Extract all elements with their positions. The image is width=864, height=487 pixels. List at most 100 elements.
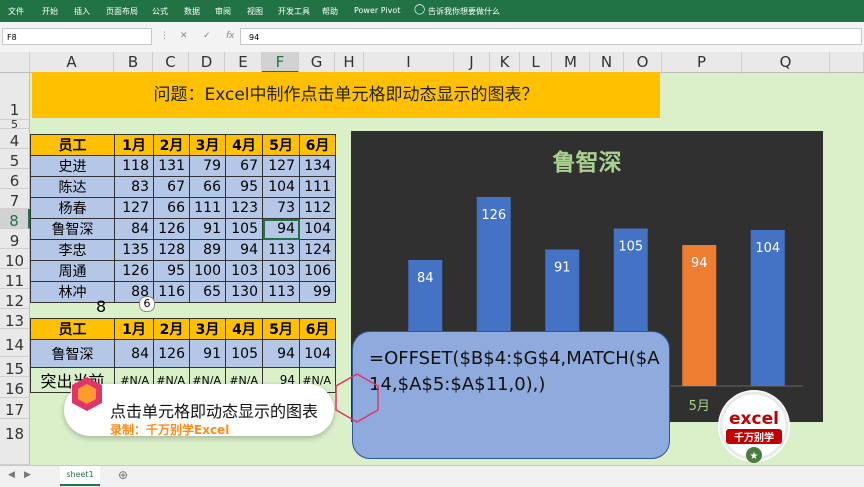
row-header-selected[interactable]: 8: [0, 209, 30, 230]
column-header[interactable]: Q: [742, 52, 830, 73]
value-cell[interactable]: 128: [153, 239, 190, 261]
row-header[interactable]: 15: [0, 357, 30, 378]
value-cell[interactable]: 66: [153, 197, 190, 219]
column-header[interactable]: I: [364, 52, 454, 73]
value-cell[interactable]: 105: [225, 339, 263, 368]
value-cell[interactable]: 91: [189, 339, 226, 368]
header-cell[interactable]: 2月: [153, 318, 190, 340]
employee-cell[interactable]: 杨春: [30, 197, 115, 219]
value-cell[interactable]: 105: [225, 218, 263, 240]
scroll-left-icon[interactable]: ◀: [8, 470, 15, 480]
cancel-icon[interactable]: ✕: [180, 31, 188, 41]
value-cell[interactable]: 95: [153, 260, 190, 282]
value-cell[interactable]: 126: [114, 260, 154, 282]
value-cell[interactable]: 65: [189, 281, 226, 303]
value-cell[interactable]: 94: [262, 339, 300, 368]
tab-insert[interactable]: 插入: [74, 6, 90, 17]
header-cell[interactable]: 1月: [114, 134, 154, 156]
value-cell[interactable]: 84: [114, 339, 154, 368]
header-cell[interactable]: 4月: [225, 134, 263, 156]
value-cell[interactable]: 95: [225, 176, 263, 198]
tab-page-layout[interactable]: 页面布局: [106, 6, 138, 17]
header-cell[interactable]: 员工: [30, 318, 115, 340]
column-header[interactable]: G: [299, 52, 335, 73]
header-cell[interactable]: 6月: [299, 134, 336, 156]
employee-cell[interactable]: 陈达: [30, 176, 115, 198]
tab-help[interactable]: 帮助: [322, 6, 338, 17]
value-cell[interactable]: 103: [262, 260, 300, 282]
value-cell[interactable]: 67: [153, 176, 190, 198]
employee-cell[interactable]: 周通: [30, 260, 115, 282]
tab-power-pivot[interactable]: Power Pivot: [354, 6, 400, 15]
value-cell[interactable]: 130: [225, 281, 263, 303]
value-cell[interactable]: 66: [189, 176, 226, 198]
header-cell[interactable]: 6月: [299, 318, 336, 340]
value-cell[interactable]: 83: [114, 176, 154, 198]
column-header[interactable]: N: [590, 52, 624, 73]
tab-formulas[interactable]: 公式: [152, 6, 168, 17]
column-header[interactable]: E: [225, 52, 262, 73]
value-cell[interactable]: 112: [299, 197, 336, 219]
value-cell[interactable]: 111: [189, 197, 226, 219]
column-header[interactable]: K: [490, 52, 520, 73]
add-sheet-icon[interactable]: ⊕: [118, 468, 128, 482]
value-cell[interactable]: 103: [225, 260, 263, 282]
value-cell[interactable]: 126: [153, 339, 190, 368]
row-header[interactable]: 18: [0, 419, 30, 465]
value-cell[interactable]: 100: [189, 260, 226, 282]
tab-file[interactable]: 文件: [8, 6, 24, 17]
column-header[interactable]: H: [335, 52, 364, 73]
tab-review[interactable]: 审阅: [215, 6, 231, 17]
value-cell[interactable]: 126: [153, 218, 190, 240]
row-header[interactable]: 9: [0, 229, 30, 250]
value-cell[interactable]: 111: [299, 176, 336, 198]
employee-cell[interactable]: 鲁智深: [30, 339, 115, 368]
header-cell[interactable]: 3月: [189, 318, 226, 340]
value-cell[interactable]: 79: [189, 155, 226, 177]
tab-home[interactable]: 开始: [42, 6, 58, 17]
value-cell[interactable]: 135: [114, 239, 154, 261]
formula-input[interactable]: 94: [240, 28, 862, 45]
column-header[interactable]: O: [624, 52, 662, 73]
value-cell[interactable]: 113: [262, 239, 300, 261]
column-index-value[interactable]: 6: [139, 296, 155, 312]
column-header[interactable]: D: [189, 52, 225, 73]
value-cell[interactable]: 99: [299, 281, 336, 303]
row-header[interactable]: 11: [0, 269, 30, 290]
select-all-corner[interactable]: [0, 52, 30, 73]
row-header[interactable]: 1: [0, 73, 30, 120]
value-cell[interactable]: 104: [262, 176, 300, 198]
value-cell[interactable]: 89: [189, 239, 226, 261]
value-cell[interactable]: 73: [262, 197, 300, 219]
header-cell[interactable]: 5月: [262, 318, 300, 340]
header-cell[interactable]: 4月: [225, 318, 263, 340]
value-cell[interactable]: 118: [114, 155, 154, 177]
value-cell[interactable]: 94: [225, 239, 263, 261]
name-box[interactable]: F8: [2, 28, 152, 45]
header-cell[interactable]: 1月: [114, 318, 154, 340]
value-cell[interactable]: 123: [225, 197, 263, 219]
employee-cell[interactable]: 史进: [30, 155, 115, 177]
tab-view[interactable]: 视图: [247, 6, 263, 17]
insert-function-icon[interactable]: fx: [226, 31, 235, 41]
value-cell[interactable]: 116: [153, 281, 190, 303]
value-cell[interactable]: 124: [299, 239, 336, 261]
row-header[interactable]: 17: [0, 398, 30, 419]
employee-cell[interactable]: 鲁智深: [30, 218, 115, 240]
employee-cell[interactable]: 李忠: [30, 239, 115, 261]
row-header[interactable]: 4: [0, 129, 30, 150]
column-header-selected[interactable]: F: [262, 52, 299, 73]
column-header[interactable]: C: [153, 52, 189, 73]
value-cell[interactable]: 134: [299, 155, 336, 177]
header-cell[interactable]: 2月: [153, 134, 190, 156]
column-header[interactable]: M: [552, 52, 590, 73]
column-header[interactable]: P: [662, 52, 742, 73]
value-cell[interactable]: 127: [262, 155, 300, 177]
value-cell[interactable]: 106: [299, 260, 336, 282]
value-cell[interactable]: 104: [299, 339, 336, 368]
header-cell[interactable]: 员工: [30, 134, 115, 156]
column-header[interactable]: B: [114, 52, 153, 73]
column-header[interactable]: J: [454, 52, 490, 73]
row-header[interactable]: 5: [0, 149, 30, 170]
column-header[interactable]: [830, 52, 864, 73]
